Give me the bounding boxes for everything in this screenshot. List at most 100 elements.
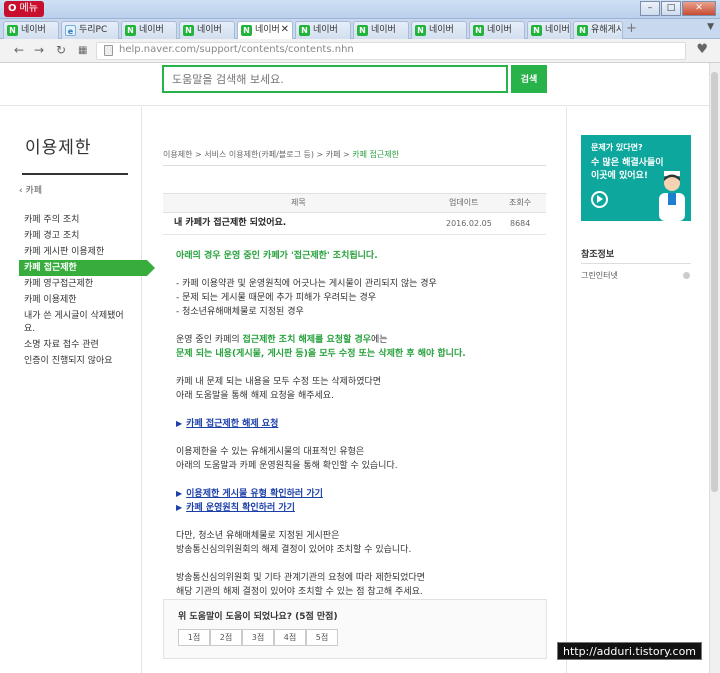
- browser-menu-button[interactable]: O 메뉴: [4, 1, 44, 17]
- banner-line-3: 이곳에 있어요!: [591, 171, 648, 181]
- sidebar-item[interactable]: 카페 경고 조치: [0, 228, 150, 244]
- score-button-2[interactable]: 2점: [210, 629, 242, 646]
- naver-favicon-icon: N: [415, 25, 426, 36]
- address-bar: ← → ↻ ▦ help.naver.com/support/contents/…: [0, 39, 720, 63]
- ie-favicon-icon: e: [65, 25, 76, 36]
- tab-10[interactable]: N 유해게시: [573, 21, 623, 39]
- article-date: 2016.02.05: [446, 219, 492, 228]
- tab-5[interactable]: N 네이버: [295, 21, 351, 39]
- naver-favicon-icon: N: [183, 25, 194, 36]
- tab-label: 네이버: [487, 25, 512, 35]
- sidebar-nav-list: 카페 주의 조치 카페 경고 조치 카페 게시판 이용제한 카페 접근제한 카페…: [0, 212, 155, 369]
- breadcrumb-item[interactable]: 카페: [326, 150, 341, 159]
- tab-bar: N 네이버 e 두리PC N 네이버 N 네이버 N 네이버 ✕ N 네이버 N 네이버 N 네이…: [0, 19, 720, 40]
- sidebar-item[interactable]: 카페 이용제한: [0, 292, 150, 308]
- tab-label: 두리PC: [79, 25, 108, 35]
- tab-label: 네이버: [139, 25, 164, 35]
- tab-3[interactable]: N 네이버: [179, 21, 235, 39]
- sidebar-item[interactable]: 소명 자료 접수 관련: [0, 337, 150, 353]
- breadcrumb-item[interactable]: 이용제한: [163, 150, 192, 159]
- reload-icon[interactable]: ↻: [56, 43, 66, 57]
- score-button-3[interactable]: 3점: [242, 629, 274, 646]
- article-views: 8684: [510, 219, 531, 228]
- help-banner[interactable]: 문제가 있다면? 수 많은 해결사들이 이곳에 있어요!: [581, 135, 691, 221]
- paragraph-text: 다만, 청소년 유해매체물로 지정된 게시판은: [176, 531, 340, 541]
- breadcrumb-item[interactable]: 서비스 이용제한(카페/블로그 등): [204, 150, 314, 159]
- paragraph-text: 방송통신심의위원회의 해제 결정이 있어야 조치할 수 있습니다.: [176, 545, 412, 555]
- breadcrumb: 이용제한 > 서비스 이용제한(카페/블로그 등) > 카페 > 카페 접근제한: [163, 149, 399, 160]
- paragraph-text: 해당 기관의 해제 결정이 있어야 조치할 수 있는 점 참고해 주세요.: [176, 587, 423, 597]
- back-to-cafe-link[interactable]: ‹ 카페: [19, 183, 42, 196]
- score-button-4[interactable]: 4점: [274, 629, 306, 646]
- tab-2[interactable]: N 네이버: [121, 21, 177, 39]
- article-title: 내 카페가 접근제한 되었어요.: [174, 218, 287, 228]
- restricted-post-types-link[interactable]: 이용제한 게시물 유형 확인하러 가기: [186, 489, 323, 499]
- reference-link[interactable]: 그린인터넷: [581, 270, 618, 281]
- paragraph-text: 카페 내 문제 되는 내용을 모두 수정 또는 삭제하였다면: [176, 377, 382, 387]
- column-header-date: 업데이트: [449, 198, 479, 207]
- help-search-box: [162, 65, 508, 93]
- sidebar-item[interactable]: 카페 게시판 이용제한: [0, 244, 150, 260]
- page-info-icon[interactable]: [104, 45, 113, 56]
- forward-arrow-icon[interactable]: →: [34, 43, 44, 57]
- bullet-item: - 카페 이용약관 및 운영원칙에 어긋나는 게시물이 관리되지 않는 경우: [176, 279, 437, 289]
- naver-favicon-icon: N: [241, 25, 252, 36]
- sidebar-item[interactable]: 인증이 진행되지 않아요: [0, 353, 150, 369]
- article-intro: 아래의 경우 운영 중인 카페가 '접근제한' 조치됩니다.: [176, 251, 378, 261]
- column-header-title: 제목: [291, 198, 306, 207]
- maximize-button[interactable]: □: [661, 1, 681, 16]
- tab-7[interactable]: N 네이버: [411, 21, 467, 39]
- text: 에는: [371, 335, 388, 345]
- tab-label: 유해게시: [591, 25, 623, 35]
- feedback-box: 위 도움말이 도움이 되었나요? (5점 만점) 1점 2점 3점 4점 5점: [163, 599, 547, 659]
- article-body: 아래의 경우 운영 중인 카페가 '접근제한' 조치됩니다. - 카페 이용약관…: [176, 249, 536, 599]
- score-buttons: 1점 2점 3점 4점 5점: [178, 629, 338, 646]
- watermark-text: http://adduri.tistory.com: [557, 642, 702, 660]
- tab-4-active[interactable]: N 네이버 ✕: [237, 21, 293, 40]
- sidebar-item[interactable]: 카페 영구접근제한: [0, 276, 150, 292]
- reference-divider: [581, 263, 691, 264]
- highlight-text: 문제 되는 내용(게시물, 게시판 등): [176, 349, 308, 359]
- search-button[interactable]: 검색: [511, 65, 547, 93]
- close-tab-icon[interactable]: ✕: [281, 22, 289, 38]
- left-sidebar: 이용제한 ‹ 카페 카페 주의 조치 카페 경고 조치 카페 게시판 이용제한 …: [0, 107, 155, 673]
- sidebar-item[interactable]: 카페 주의 조치: [0, 212, 150, 228]
- back-arrow-icon[interactable]: ←: [14, 43, 24, 57]
- breadcrumb-divider: [163, 165, 546, 166]
- naver-favicon-icon: N: [7, 25, 18, 36]
- reference-arrow-icon[interactable]: [683, 272, 690, 279]
- speed-dial-grid-icon[interactable]: ▦: [78, 45, 87, 56]
- paragraph-text: 이용제한을 수 있는 유해게시물의 대표적인 유형은: [176, 447, 365, 457]
- url-text[interactable]: help.naver.com/support/contents/contents…: [119, 44, 354, 55]
- tab-6[interactable]: N 네이버: [353, 21, 409, 39]
- tab-1[interactable]: e 두리PC: [61, 21, 119, 39]
- tab-8[interactable]: N 네이버: [469, 21, 525, 39]
- new-tab-plus-icon[interactable]: +: [626, 21, 637, 37]
- minimize-button[interactable]: –: [640, 1, 660, 16]
- right-sidebar: 문제가 있다면? 수 많은 해결사들이 이곳에 있어요! 참조정보 그린인터넷: [566, 107, 707, 673]
- bookmark-heart-icon[interactable]: ♥: [696, 42, 708, 57]
- back-link-label: 카페: [25, 186, 43, 196]
- tab-label: 네이버: [21, 25, 46, 35]
- help-search-input[interactable]: [164, 67, 506, 91]
- tab-menu-icon[interactable]: ▼: [707, 22, 714, 32]
- highlight-text: 접근제한 조치 해제를 요청할 경우: [242, 335, 372, 345]
- naver-favicon-icon: N: [473, 25, 484, 36]
- tab-9[interactable]: N 네이버: [527, 21, 571, 39]
- column-header-views: 조회수: [509, 198, 532, 207]
- cafe-rules-link[interactable]: 카페 운영원칙 확인하러 가기: [186, 503, 295, 513]
- opera-logo-icon: O: [8, 3, 17, 14]
- tab-label: 네이버: [197, 25, 222, 35]
- sidebar-item-active[interactable]: 카페 접근제한: [19, 260, 155, 276]
- paragraph-text: 방송통신심의위원회 및 기타 관계기관의 요청에 따라 제한되었다면: [176, 573, 426, 583]
- unblock-request-link[interactable]: 카페 접근제한 해제 요청: [186, 419, 278, 429]
- close-window-button[interactable]: ✕: [682, 1, 716, 16]
- tab-0[interactable]: N 네이버: [3, 21, 59, 39]
- header-divider: [0, 105, 709, 106]
- scrollbar-thumb[interactable]: [711, 72, 718, 492]
- sidebar-item[interactable]: 내가 쓴 게시글이 삭제됐어요.: [0, 308, 125, 337]
- score-button-1[interactable]: 1점: [178, 629, 210, 646]
- triangle-right-icon: ▶: [176, 419, 183, 428]
- bullet-item: - 청소년유해매체물로 지정된 경우: [176, 307, 304, 317]
- score-button-5[interactable]: 5점: [306, 629, 338, 646]
